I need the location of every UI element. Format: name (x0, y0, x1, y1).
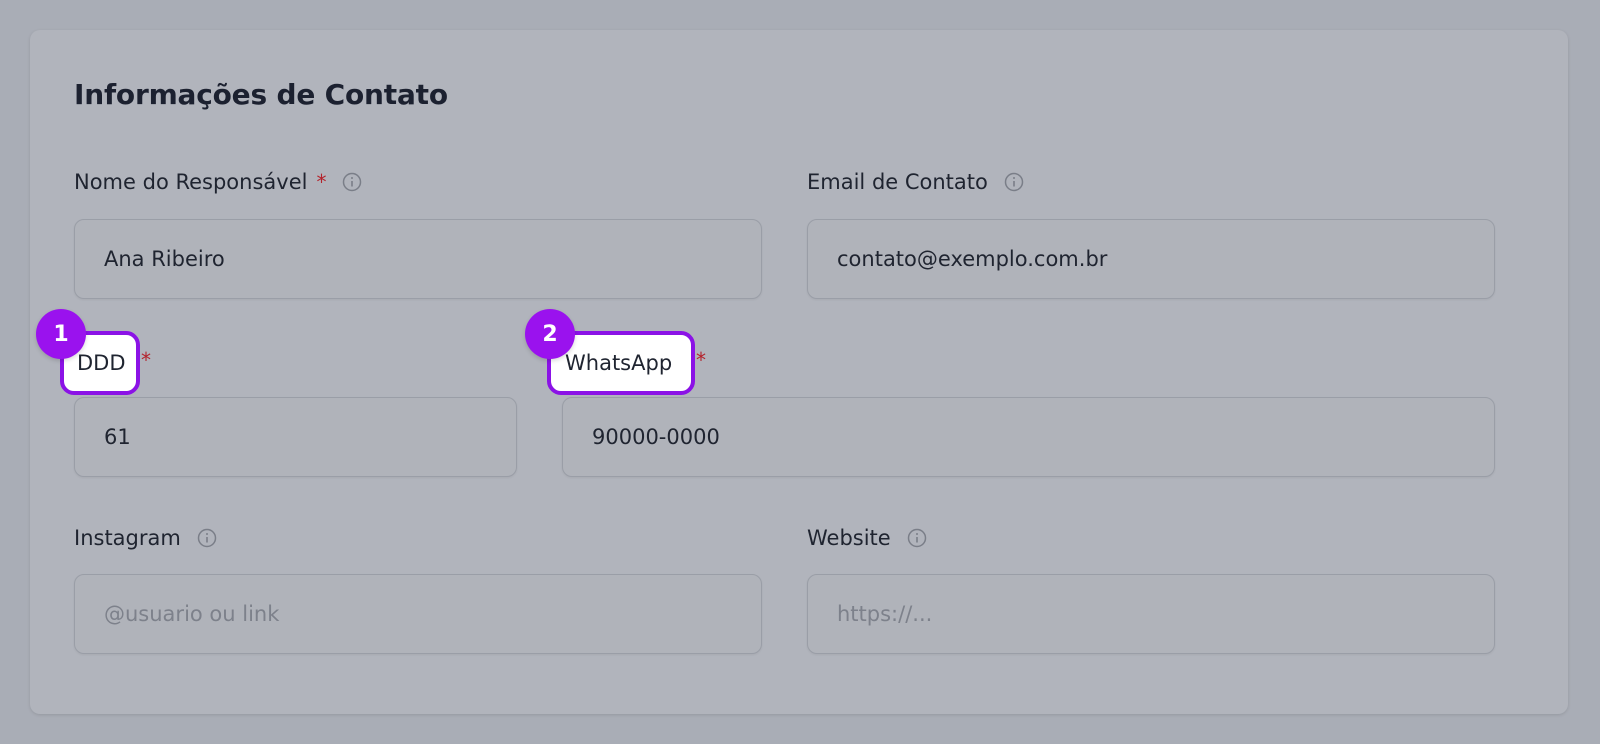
whatsapp-value: 90000-0000 (592, 425, 720, 449)
ddd-value: 61 (104, 425, 131, 449)
responsavel-label: Nome do Responsável (74, 170, 308, 194)
website-placeholder: https://... (837, 602, 933, 626)
email-input[interactable]: contato@exemplo.com.br (807, 219, 1495, 299)
annotation-badge-2: 2 (525, 309, 575, 359)
responsavel-value: Ana Ribeiro (104, 247, 225, 271)
whatsapp-input[interactable]: 90000-0000 (562, 397, 1495, 477)
required-asterisk: * (696, 348, 706, 372)
info-icon[interactable] (197, 528, 217, 548)
annotation-badge-1: 1 (36, 309, 86, 359)
email-label: Email de Contato (807, 170, 988, 194)
instagram-placeholder: @usuario ou link (104, 602, 280, 626)
info-icon[interactable] (1004, 172, 1024, 192)
website-input[interactable]: https://... (807, 574, 1495, 654)
email-value: contato@exemplo.com.br (837, 247, 1108, 271)
info-icon[interactable] (342, 172, 362, 192)
responsavel-label-row: Nome do Responsável * (74, 170, 362, 194)
ddd-label: DDD (77, 351, 126, 375)
instagram-input[interactable]: @usuario ou link (74, 574, 762, 654)
whatsapp-label: WhatsApp (565, 351, 673, 375)
required-asterisk: * (316, 170, 327, 194)
section-title: Informações de Contato (74, 78, 448, 111)
info-icon[interactable] (907, 528, 927, 548)
website-label: Website (807, 526, 891, 550)
website-label-row: Website (807, 526, 927, 550)
instagram-label: Instagram (74, 526, 181, 550)
required-asterisk: * (141, 348, 151, 372)
responsavel-input[interactable]: Ana Ribeiro (74, 219, 762, 299)
email-label-row: Email de Contato (807, 170, 1024, 194)
instagram-label-row: Instagram (74, 526, 217, 550)
ddd-input[interactable]: 61 (74, 397, 517, 477)
